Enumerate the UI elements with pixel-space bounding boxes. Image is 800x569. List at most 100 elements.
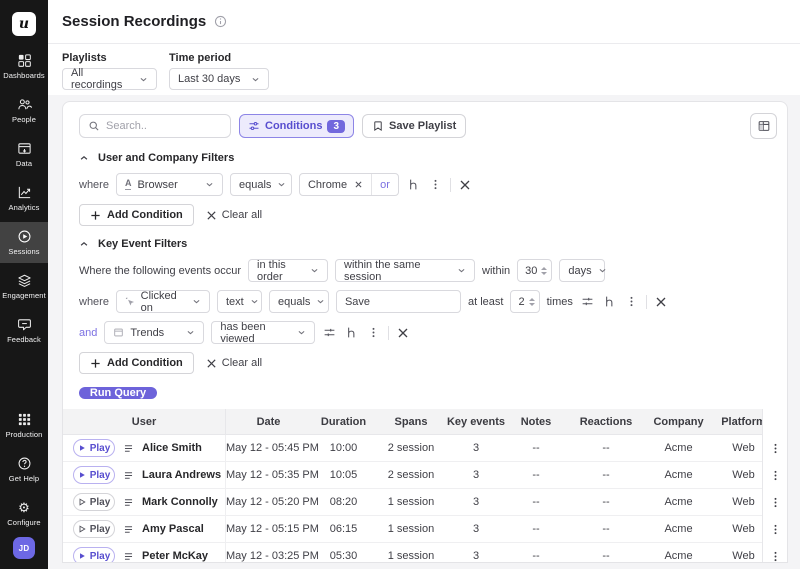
sidebar-label: Analytics [9, 203, 40, 212]
play-button[interactable]: Play [73, 466, 115, 484]
within-label: within [482, 265, 510, 277]
transcript-icon [123, 497, 134, 508]
row-menu-button[interactable] [763, 516, 787, 543]
nest-condition-icon[interactable] [344, 325, 359, 340]
sidebar-item-sessions[interactable]: Sessions [0, 222, 48, 263]
play-label: Play [90, 470, 111, 481]
column-header: Reactions [566, 416, 646, 428]
save-playlist-button[interactable]: Save Playlist [362, 114, 466, 138]
key-event-filters-header[interactable]: Key Event Filters [79, 238, 771, 250]
remove-condition-icon[interactable] [654, 295, 668, 309]
sidebar-item-feedback[interactable]: Feedback [0, 310, 48, 351]
more-options-icon[interactable] [428, 177, 443, 192]
sidebar-item-data[interactable]: Data [0, 134, 48, 175]
clear-all-button[interactable]: Clear all [206, 357, 262, 369]
company-cell: Acme [646, 550, 711, 562]
or-connector-button[interactable]: or [371, 174, 398, 195]
sidebar-item-analytics[interactable]: Analytics [0, 178, 48, 219]
page-header: Session Recordings [48, 0, 800, 44]
occurrence-prefix: Where the following events occur [79, 265, 241, 277]
play-button[interactable]: Play [73, 439, 115, 457]
table-row[interactable]: Play Peter McKay May 12 - 03:25 PM 05:30… [63, 543, 787, 563]
order-select[interactable]: in this order [248, 259, 328, 282]
duration-cell: 05:30 [311, 550, 376, 562]
sidebar-item-people[interactable]: People [0, 90, 48, 131]
sidebar-item-production[interactable]: Production [0, 405, 48, 446]
table-row[interactable]: Play Laura Andrews May 12 - 05:35 PM 10:… [63, 462, 787, 489]
column-header: Date [226, 416, 311, 428]
sidebar-item-configure[interactable]: ⚙ Configure [0, 493, 48, 534]
unit-select[interactable]: days [559, 259, 605, 282]
scope-select[interactable]: within the same session [335, 259, 475, 282]
time-period-label: Time period [169, 52, 269, 64]
remove-condition-icon[interactable] [458, 178, 472, 192]
property-select[interactable]: text [217, 290, 262, 313]
play-button[interactable]: Play [73, 547, 115, 563]
within-value-stepper[interactable]: 30 [517, 259, 552, 282]
operator-select[interactable]: has been viewed [211, 321, 315, 344]
play-label: Play [90, 524, 111, 535]
user-company-filters-header[interactable]: User and Company Filters [79, 152, 771, 164]
table-row[interactable]: Play Mark Connolly May 12 - 05:20 PM 08:… [63, 489, 787, 516]
duration-cell: 08:20 [311, 496, 376, 508]
add-condition-button[interactable]: Add Condition [79, 204, 194, 226]
company-cell: Acme [646, 442, 711, 454]
chevron-down-icon [277, 180, 286, 189]
sidebar-label: Configure [7, 518, 40, 527]
user-avatar[interactable]: JD [13, 537, 35, 559]
add-condition-row: Add Condition Clear all [79, 204, 771, 226]
bookmark-icon [372, 120, 384, 132]
conditions-count-badge: 3 [327, 120, 345, 133]
nest-condition-icon[interactable] [406, 177, 421, 192]
stepper-carets-icon[interactable] [541, 267, 547, 275]
key-event-filters-section: Key Event Filters Where the following ev… [63, 235, 787, 383]
refine-filter-icon[interactable] [580, 294, 595, 309]
clear-all-button[interactable]: Clear all [206, 209, 262, 221]
run-query-button[interactable]: Run Query [79, 387, 157, 399]
operator-select[interactable]: equals [230, 173, 292, 196]
chevron-down-icon [205, 180, 214, 189]
more-options-icon[interactable] [366, 325, 381, 340]
stepper-carets-icon[interactable] [529, 298, 535, 306]
time-period-select[interactable]: Last 30 days [169, 68, 269, 90]
play-button[interactable]: Play [73, 520, 115, 538]
operator-select[interactable]: equals [269, 290, 329, 313]
row-menu-button[interactable] [763, 435, 787, 462]
nest-condition-icon[interactable] [602, 294, 617, 309]
field-select[interactable]: A Browser [116, 173, 223, 196]
more-options-icon[interactable] [624, 294, 639, 309]
sidebar-item-engagement[interactable]: Engagement [0, 266, 48, 307]
event-select[interactable]: Clicked on [116, 290, 210, 313]
value-input[interactable]: Save [336, 290, 461, 313]
conditions-button[interactable]: Conditions 3 [239, 114, 354, 138]
sidebar-item-get-help[interactable]: Get Help [0, 449, 48, 490]
event-select[interactable]: Trends [104, 321, 204, 344]
add-condition-button[interactable]: Add Condition [79, 352, 194, 374]
order-select-value: in this order [257, 259, 304, 283]
chevron-down-icon [186, 328, 195, 337]
sessions-icon [17, 229, 32, 244]
actions-header-spacer [763, 409, 787, 435]
spans-cell: 2 session [376, 469, 446, 481]
notes-cell: -- [506, 469, 566, 481]
table-row[interactable]: Play Alice Smith May 12 - 05:45 PM 10:00… [63, 435, 787, 462]
app-logo[interactable]: u [12, 12, 36, 36]
sidebar-item-dashboards[interactable]: Dashboards [0, 46, 48, 87]
refine-filter-icon[interactable] [322, 325, 337, 340]
divider [450, 178, 451, 192]
table-columns-button[interactable] [750, 113, 777, 139]
remove-condition-icon[interactable] [396, 326, 410, 340]
row-menu-button[interactable] [763, 462, 787, 489]
notes-cell: -- [506, 523, 566, 535]
count-stepper[interactable]: 2 [510, 290, 539, 313]
table-row[interactable]: Play Amy Pascal May 12 - 05:15 PM 06:15 … [63, 516, 787, 543]
row-menu-button[interactable] [763, 489, 787, 516]
row-menu-button[interactable] [763, 543, 787, 563]
section-title: User and Company Filters [98, 152, 234, 164]
search-input[interactable]: Search.. [79, 114, 231, 138]
play-button[interactable]: Play [73, 493, 115, 511]
playlists-select[interactable]: All recordings [62, 68, 157, 90]
remove-value-icon[interactable] [354, 180, 363, 189]
chevron-down-icon [251, 75, 260, 84]
info-icon[interactable] [214, 15, 227, 28]
